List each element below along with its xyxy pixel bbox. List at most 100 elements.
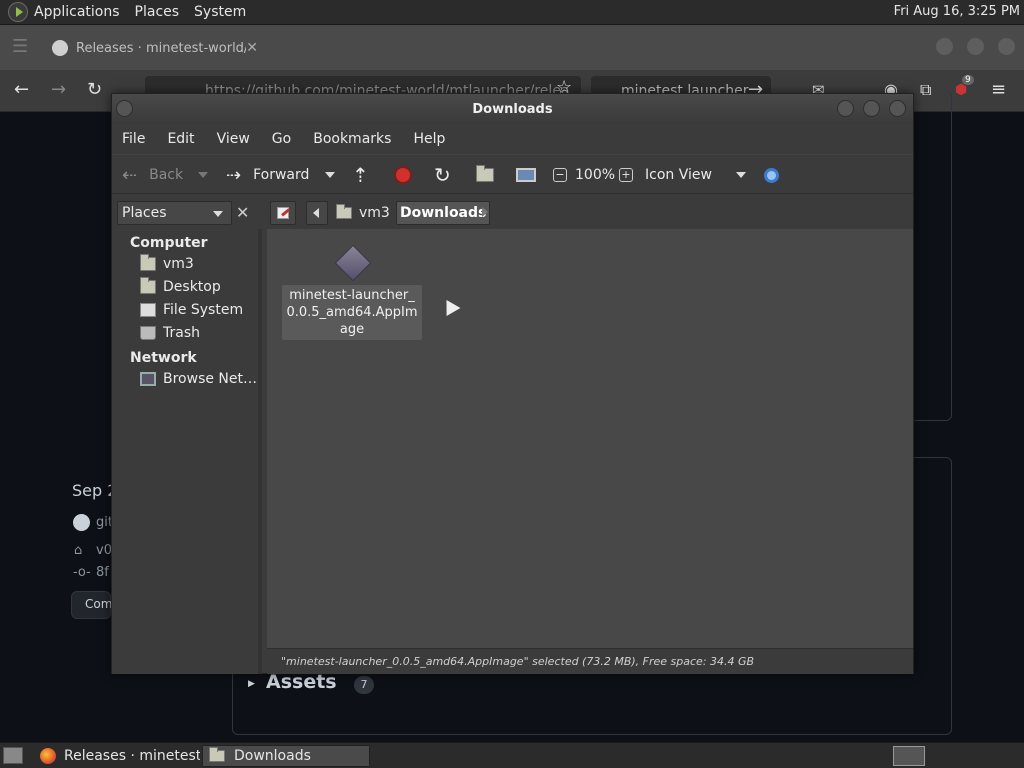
home-folder-icon — [140, 254, 156, 271]
up-button[interactable]: ⇡ — [352, 155, 369, 195]
menu-file[interactable]: File — [122, 131, 145, 147]
back-button[interactable]: ⇠ Back — [122, 155, 183, 195]
stop-button[interactable] — [394, 155, 412, 195]
sidebar-item-file-system[interactable]: File System — [140, 300, 243, 320]
back-label: Back — [149, 167, 184, 183]
assets-toggle-icon[interactable]: ▶ — [248, 679, 255, 689]
ublock-badge: 9 — [962, 75, 974, 85]
forward-label: Forward — [253, 167, 310, 183]
fm-location-bar: Places ✕ vm3 Downloads — [112, 195, 913, 229]
browser-reload-icon[interactable]: ↻ — [87, 80, 102, 100]
release-tag[interactable]: v0 — [96, 543, 112, 558]
edit-icon — [277, 207, 289, 219]
release-commit[interactable]: 8f — [96, 565, 109, 580]
taskbar-item-firefox[interactable]: Releases · minetest-… — [34, 745, 200, 767]
zoom-out-icon: − — [553, 168, 567, 182]
applications-menu[interactable]: Applications — [34, 4, 120, 20]
fm-status-bar: "minetest-launcher_0.0.5_amd64.AppImage"… — [267, 648, 913, 674]
magnifier-icon — [764, 167, 779, 183]
browser-maximize-button[interactable] — [967, 38, 984, 55]
fm-menubar: File Edit View Go Bookmarks Help — [112, 124, 913, 154]
browser-back-icon[interactable]: ← — [14, 80, 29, 100]
close-tab-icon[interactable]: ✕ — [246, 40, 258, 56]
breadcrumb-vm3-label: vm3 — [359, 205, 390, 221]
reload-button[interactable]: ↻ — [434, 155, 451, 195]
close-sidebar-icon[interactable]: ✕ — [236, 203, 249, 223]
sidebar-item-browse-network[interactable]: Browse Net… — [140, 369, 257, 389]
sidebar-item-label: Browse Net… — [163, 371, 258, 387]
menu-edit[interactable]: Edit — [167, 131, 194, 147]
search-button[interactable] — [764, 155, 779, 195]
fm-minimize-button[interactable] — [837, 100, 854, 117]
sidebar-type-label: Places — [122, 205, 167, 221]
clock[interactable]: Fri Aug 16, 3:25 PM — [894, 4, 1020, 19]
commit-icon: -o- — [73, 565, 91, 580]
compare-button[interactable]: Com — [71, 591, 112, 619]
taskbar: Releases · minetest-… Downloads — [0, 742, 1024, 768]
browser-tab-releases[interactable]: Releases · minetest-world/ ✕ — [42, 32, 268, 64]
trash-icon — [140, 326, 156, 340]
home-folder-icon — [336, 204, 352, 219]
fm-maximize-button[interactable] — [863, 100, 880, 117]
sidebar-item-label: Desktop — [163, 279, 221, 295]
file-name-label[interactable]: minetest-launcher_0.0.5_amd64.AppImage — [282, 285, 422, 340]
browser-forward-icon[interactable]: → — [51, 80, 66, 100]
zoom-in-button[interactable]: + — [619, 155, 633, 195]
assets-count-badge: 7 — [354, 676, 374, 694]
breadcrumb-vm3[interactable]: vm3 — [332, 201, 394, 225]
breadcrumb-left-button[interactable] — [306, 201, 328, 225]
fm-file-view[interactable]: minetest-launcher_0.0.5_amd64.AppImage — [267, 229, 913, 648]
os-logo-icon[interactable] — [8, 2, 28, 22]
browser-tabstrip: ☰ Releases · minetest-world/ ✕ — [0, 25, 1024, 70]
fm-window-title: Downloads — [472, 102, 553, 117]
drive-icon — [140, 303, 156, 317]
tab-list-icon[interactable]: ☰ — [12, 37, 28, 57]
zoom-in-icon: + — [619, 168, 633, 182]
browser-close-button[interactable] — [998, 38, 1015, 55]
menu-bookmarks[interactable]: Bookmarks — [313, 131, 391, 147]
menu-help[interactable]: Help — [413, 131, 445, 147]
breadcrumb-downloads-label: Downloads — [400, 205, 487, 221]
github-icon — [52, 40, 68, 56]
forward-button[interactable]: ⇢ Forward — [226, 155, 309, 195]
menu-view[interactable]: View — [217, 131, 250, 147]
sidebar-type-select[interactable]: Places — [117, 201, 232, 225]
zoom-out-button[interactable]: − — [553, 155, 567, 195]
places-menu[interactable]: Places — [135, 4, 180, 20]
taskbar-item-label: Releases · minetest-… — [64, 748, 200, 764]
view-mode-select[interactable]: Icon View — [645, 155, 712, 195]
fm-titlebar[interactable]: Downloads — [112, 94, 913, 124]
appimage-file-icon[interactable] — [334, 244, 372, 282]
taskbar-item-downloads[interactable]: Downloads — [202, 745, 370, 767]
menu-go[interactable]: Go — [272, 131, 291, 147]
desktop-folder-icon — [140, 277, 156, 294]
assets-heading[interactable]: Assets — [266, 671, 337, 693]
workspace-switcher[interactable] — [893, 746, 925, 766]
zoom-level-text: 100% — [575, 167, 616, 183]
computer-button[interactable] — [516, 155, 536, 195]
chevron-right-icon[interactable] — [482, 207, 488, 217]
show-desktop-icon[interactable] — [3, 747, 23, 764]
sidebar-item-vm3[interactable]: vm3 — [140, 254, 194, 274]
back-history-dropdown[interactable] — [198, 155, 208, 195]
system-menu[interactable]: System — [194, 4, 246, 20]
sidebar-item-desktop[interactable]: Desktop — [140, 277, 221, 297]
breadcrumb-downloads[interactable]: Downloads — [396, 201, 491, 225]
view-mode-dropdown[interactable] — [736, 155, 746, 195]
chevron-down-icon — [325, 172, 335, 178]
zoom-level: 100% — [575, 155, 615, 195]
browser-menu-icon[interactable]: ≡ — [991, 80, 1006, 100]
computer-icon — [516, 168, 536, 182]
tag-icon: ⌂ — [74, 543, 83, 558]
arrow-left-icon: ⇠ — [122, 164, 138, 186]
home-button[interactable] — [476, 155, 494, 195]
folder-icon — [209, 747, 225, 762]
browser-minimize-button[interactable] — [936, 38, 953, 55]
fm-close-button[interactable] — [889, 100, 906, 117]
forward-history-dropdown[interactable] — [325, 155, 335, 195]
sidebar-item-trash[interactable]: Trash — [140, 323, 200, 343]
home-folder-icon — [476, 165, 494, 182]
chevron-down-icon — [736, 172, 746, 178]
edit-location-button[interactable] — [270, 201, 296, 225]
sidebar-heading-computer: Computer — [130, 235, 208, 251]
